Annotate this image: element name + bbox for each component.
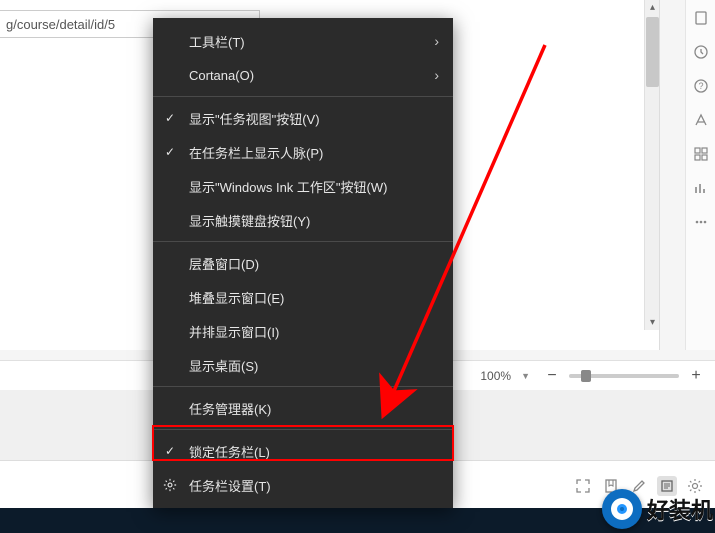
menu-item-8[interactable]: 层叠窗口(D): [153, 246, 453, 280]
menu-item-label: 任务栏设置(T): [189, 476, 271, 495]
history-icon[interactable]: [691, 42, 711, 62]
help-icon[interactable]: ?: [691, 76, 711, 96]
font-icon[interactable]: [691, 110, 711, 130]
taskbar-context-menu: 工具栏(T) › Cortana(O) › ✓ 显示"任务视图"按钮(V) ✓ 在任务栏上显示…: [153, 18, 453, 508]
menu-item-label: 显示触摸键盘按钮(Y): [189, 211, 310, 230]
scroll-down-icon[interactable]: ▾: [645, 315, 660, 330]
check-icon: ✓: [165, 444, 175, 458]
menu-item-label: 堆叠显示窗口(E): [189, 288, 284, 307]
menu-item-10[interactable]: 并排显示窗口(I): [153, 314, 453, 348]
watermark-text: 好装机: [647, 493, 713, 525]
scrollbar-thumb[interactable]: [646, 17, 659, 87]
menu-item-0[interactable]: 工具栏(T) ›: [153, 24, 453, 58]
menu-item-label: 工具栏(T): [189, 32, 245, 51]
menu-separator: [153, 386, 453, 387]
menu-item-label: 显示桌面(S): [189, 356, 258, 375]
menu-item-label: Cortana(O): [189, 68, 254, 83]
zoom-slider-thumb[interactable]: [581, 370, 591, 382]
menu-item-label: 并排显示窗口(I): [189, 322, 279, 341]
right-toolbar: ?: [685, 0, 715, 350]
zoom-in-button[interactable]: +: [687, 367, 705, 385]
menu-item-4[interactable]: ✓ 在任务栏上显示人脉(P): [153, 135, 453, 169]
menu-item-6[interactable]: 显示触摸键盘按钮(Y): [153, 203, 453, 237]
vertical-scrollbar[interactable]: ▴ ▾: [644, 0, 659, 330]
page-icon[interactable]: [691, 8, 711, 28]
menu-item-label: 在任务栏上显示人脉(P): [189, 143, 323, 162]
chevron-right-icon: ›: [434, 33, 439, 49]
watermark-logo-icon: [602, 489, 642, 529]
menu-item-3[interactable]: ✓ 显示"任务视图"按钮(V): [153, 101, 453, 135]
zoom-dropdown-icon[interactable]: ▼: [521, 371, 530, 381]
menu-item-15[interactable]: ✓ 锁定任务栏(L): [153, 434, 453, 468]
menu-item-label: 任务管理器(K): [189, 399, 271, 418]
menu-item-9[interactable]: 堆叠显示窗口(E): [153, 280, 453, 314]
scroll-up-icon[interactable]: ▴: [645, 0, 660, 15]
more-icon[interactable]: [691, 212, 711, 232]
zoom-out-button[interactable]: −: [543, 367, 561, 385]
zoom-slider[interactable]: [569, 374, 679, 378]
menu-separator: [153, 429, 453, 430]
menu-separator: [153, 96, 453, 97]
fullscreen-icon[interactable]: [573, 476, 593, 496]
svg-text:?: ?: [698, 81, 703, 91]
address-bar-text: g/course/detail/id/5: [6, 17, 115, 32]
menu-item-label: 层叠窗口(D): [189, 254, 259, 273]
chevron-right-icon: ›: [434, 67, 439, 83]
watermark: 好装机: [602, 489, 713, 529]
menu-separator: [153, 241, 453, 242]
check-icon: ✓: [165, 111, 175, 125]
chart-icon[interactable]: [691, 178, 711, 198]
menu-item-1[interactable]: Cortana(O) ›: [153, 58, 453, 92]
menu-item-13[interactable]: 任务管理器(K): [153, 391, 453, 425]
menu-item-16[interactable]: 任务栏设置(T): [153, 468, 453, 502]
menu-item-5[interactable]: 显示"Windows Ink 工作区"按钮(W): [153, 169, 453, 203]
menu-item-label: 锁定任务栏(L): [189, 442, 270, 461]
menu-item-label: 显示"Windows Ink 工作区"按钮(W): [189, 177, 387, 196]
gear-icon: [163, 478, 177, 492]
check-icon: ✓: [165, 145, 175, 159]
menu-item-label: 显示"任务视图"按钮(V): [189, 109, 320, 128]
menu-item-11[interactable]: 显示桌面(S): [153, 348, 453, 382]
grid-icon[interactable]: [691, 144, 711, 164]
zoom-level: 100%: [480, 369, 511, 383]
